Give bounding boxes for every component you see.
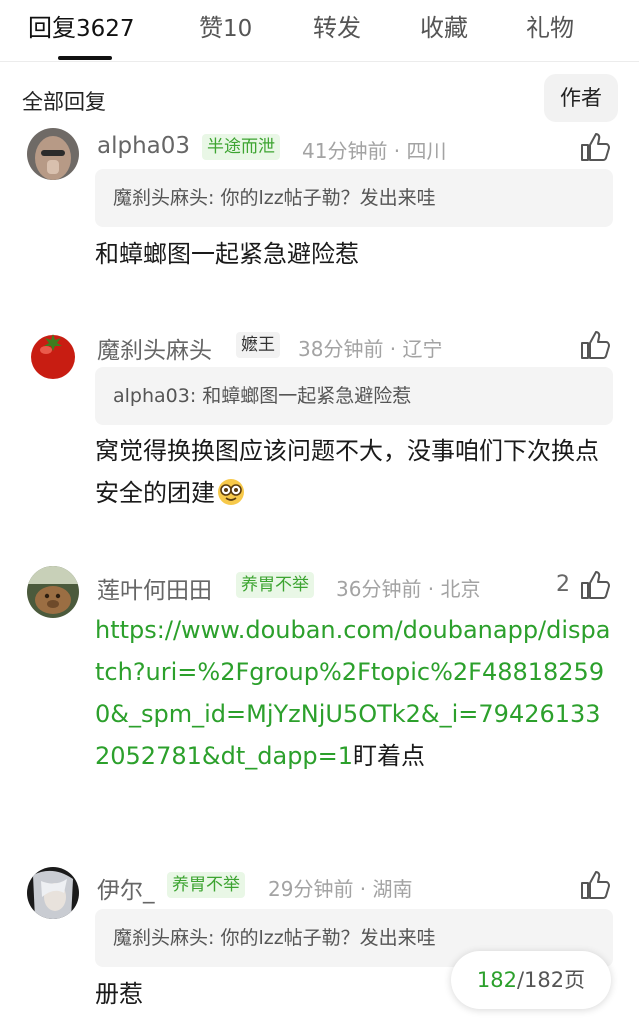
comment-text: 和蟑螂图一起紧急避险惹 <box>95 240 359 268</box>
comment-text-content: 窝觉得换换图应该问题不大，没事咱们下次换点安全的团建 <box>95 437 599 507</box>
comment-author[interactable]: 莲叶何田田 <box>97 571 212 605</box>
all-replies-filter[interactable]: 全部回复 <box>22 86 106 116</box>
comment-text: https://www.douban.com/doubanapp/dispatc… <box>95 609 611 777</box>
tab-replies-count: 3627 <box>76 16 135 42</box>
comment-location: 四川 <box>406 139 447 163</box>
tab-reposts[interactable]: 转发 <box>313 8 361 43</box>
comment-author[interactable]: 伊尔_ <box>97 871 155 905</box>
comment-text: 窝觉得换换图应该问题不大，没事咱们下次换点安全的团建 <box>95 430 615 514</box>
comment-meta: 38分钟前 · 辽宁 <box>298 337 443 361</box>
comment-location: 湖南 <box>372 877 413 901</box>
tab-reposts-label: 转发 <box>313 14 361 42</box>
tab-gifts-label: 礼物 <box>526 14 574 42</box>
like-count: 2 <box>556 572 570 597</box>
user-badge: 养胃不举 <box>236 572 314 598</box>
avatar[interactable] <box>27 328 79 380</box>
tab-likes-count: 10 <box>223 16 253 42</box>
comment-time: 41分钟前 <box>302 139 388 163</box>
comment-text-content: 盯着点 <box>353 742 426 770</box>
user-badge: 养胃不举 <box>167 872 245 898</box>
comment-meta: 36分钟前 · 北京 <box>336 577 481 601</box>
nerd-face-emoji-icon <box>218 479 244 505</box>
avatar[interactable] <box>27 128 79 180</box>
tab-replies[interactable]: 回复3627 <box>28 8 135 43</box>
tab-favorites[interactable]: 收藏 <box>420 8 468 43</box>
comment-meta: 41分钟前 · 四川 <box>302 139 447 163</box>
user-badge: 半途而泄 <box>202 134 280 160</box>
filter-row: 全部回复 作者 <box>0 70 639 126</box>
page-indicator[interactable]: 182/182页 <box>451 951 611 1009</box>
comment-time: 29分钟前 <box>268 877 354 901</box>
tab-likes-label: 赞 <box>199 14 223 42</box>
tab-likes[interactable]: 赞10 <box>199 8 252 43</box>
tab-replies-label: 回复 <box>28 14 76 42</box>
thumbs-up-icon[interactable] <box>578 568 612 602</box>
current-page: 182 <box>476 968 517 992</box>
user-badge: 嬷王 <box>236 332 280 358</box>
tab-gifts[interactable]: 礼物 <box>526 8 574 43</box>
quoted-reply[interactable]: alpha03: 和蟑螂图一起紧急避险惹 <box>95 367 613 425</box>
tab-bar: 回复3627 赞10 转发 收藏 礼物 <box>0 0 639 62</box>
comment-author[interactable]: 魔刹头麻头 <box>97 331 212 365</box>
tab-favorites-label: 收藏 <box>420 14 468 42</box>
author-only-button[interactable]: 作者 <box>544 74 618 122</box>
active-tab-indicator <box>58 56 112 60</box>
avatar[interactable] <box>27 566 79 618</box>
comment-time: 36分钟前 <box>336 577 422 601</box>
thumbs-up-icon[interactable] <box>578 868 612 902</box>
thumbs-up-icon[interactable] <box>578 328 612 362</box>
total-pages: /182页 <box>516 968 586 992</box>
comment-author[interactable]: alpha03 <box>97 133 190 159</box>
comment-meta: 29分钟前 · 湖南 <box>268 877 413 901</box>
avatar[interactable] <box>27 867 79 919</box>
quoted-reply[interactable]: 魔刹头麻头: 你的lzz帖子勒？发出来哇 <box>95 169 613 227</box>
thumbs-up-icon[interactable] <box>578 130 612 164</box>
comment-location: 辽宁 <box>402 337 443 361</box>
comment-time: 38分钟前 <box>298 337 384 361</box>
comment-location: 北京 <box>440 577 481 601</box>
